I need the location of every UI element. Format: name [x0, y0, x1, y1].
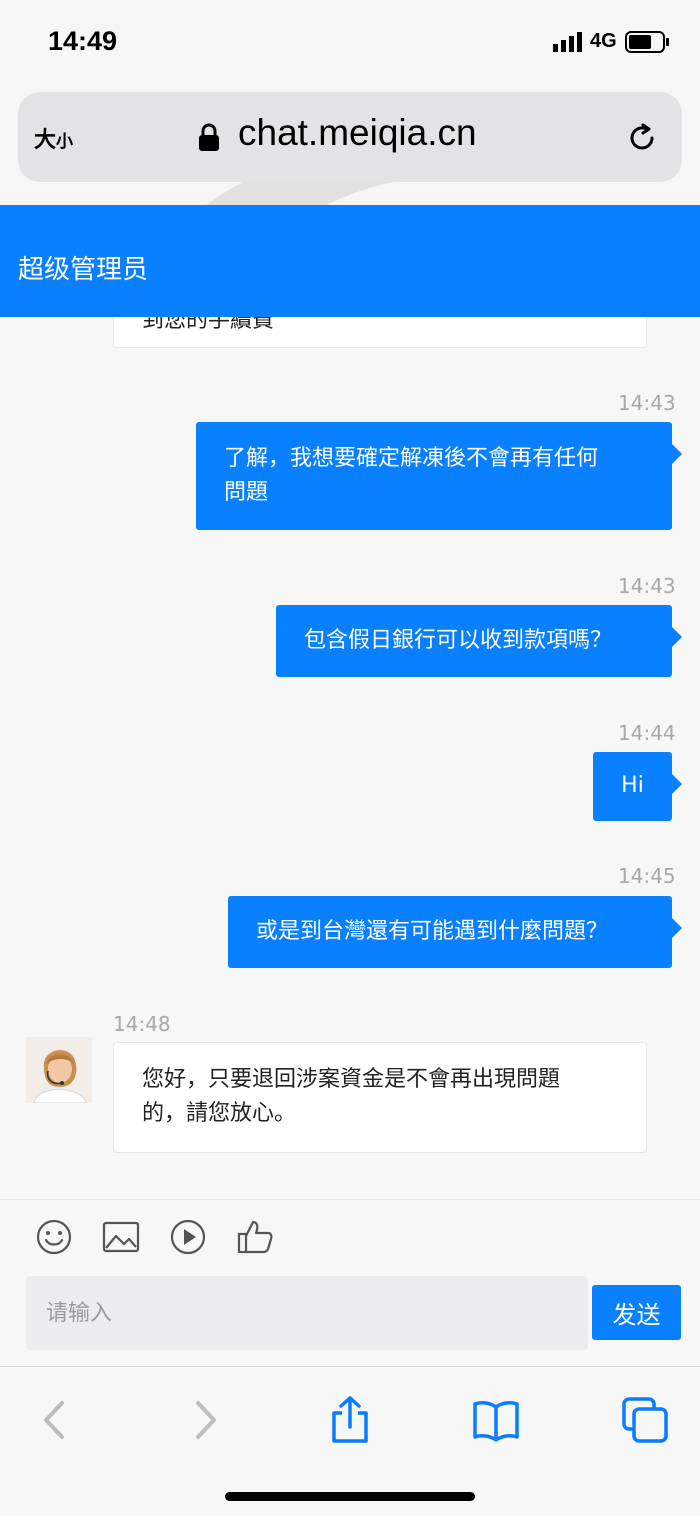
browser-bottom-bar — [0, 1366, 700, 1516]
message-text-line: Hi — [621, 773, 644, 798]
message-timestamp: 14:48 — [113, 1012, 171, 1036]
status-bar: 14:49 4G — [0, 0, 700, 84]
agent-avatar — [26, 1037, 92, 1103]
message-bubble-outgoing: Hi — [593, 752, 682, 821]
battery-icon — [625, 31, 669, 53]
chat-title: 超级管理员 — [18, 255, 149, 285]
message-input[interactable] — [26, 1276, 588, 1350]
message-text-line: 或是到台灣還有可能遇到什麼問題？ — [256, 919, 609, 944]
message-text-line: 的，請您放心。 — [142, 1101, 297, 1126]
message-bubble-outgoing: 包含假日銀行可以收到款項嗎？ — [276, 605, 682, 677]
message-timestamp: 14:45 — [618, 864, 676, 888]
tabs-icon[interactable] — [620, 1395, 670, 1445]
address-bar[interactable]: 大小 chat.meiqia.cn — [18, 92, 682, 182]
chat-header: 超级管理员 — [0, 205, 700, 317]
home-indicator — [225, 1492, 475, 1501]
url-text[interactable]: chat.meiqia.cn — [238, 112, 477, 154]
message-bubble-outgoing: 或是到台灣還有可能遇到什麼問題？ — [228, 896, 682, 968]
composer-toolbar: 发送 — [0, 1199, 700, 1366]
network-type: 4G — [590, 30, 617, 52]
text-size-large-label: 大 — [34, 128, 57, 153]
message-text-line: 包含假日銀行可以收到款項嗎？ — [304, 628, 613, 653]
signal-icon — [553, 32, 582, 52]
message-text-line: 問題 — [224, 480, 269, 505]
emoji-icon[interactable] — [35, 1218, 73, 1256]
message-text: 您好，只要退回涉案資金是不會再出現問題 的，請您放心。 — [142, 1063, 622, 1131]
message-bubble-outgoing: 了解，我想要確定解凍後不會再有任何 問題 — [196, 422, 682, 530]
back-icon[interactable] — [30, 1395, 80, 1445]
message-timestamp: 14:43 — [618, 391, 676, 415]
thumbs-up-icon[interactable] — [236, 1218, 274, 1256]
share-icon[interactable] — [325, 1395, 375, 1445]
message-text: 到您的手續費 — [142, 317, 275, 333]
message-text-line: 了解，我想要確定解凍後不會再有任何 — [224, 446, 599, 471]
message-bubble-incoming: 您好，只要退回涉案資金是不會再出現問題 的，請您放心。 — [113, 1042, 647, 1153]
message-timestamp: 14:43 — [618, 574, 676, 598]
video-icon[interactable] — [169, 1218, 207, 1256]
bookmarks-icon[interactable] — [471, 1395, 521, 1445]
message-text-line: 您好，只要退回涉案資金是不會再出現問題 — [142, 1067, 561, 1092]
forward-icon[interactable] — [180, 1395, 230, 1445]
image-icon[interactable] — [102, 1218, 140, 1256]
message-timestamp: 14:44 — [618, 721, 676, 745]
text-size-small-label: 小 — [56, 132, 74, 152]
send-button[interactable]: 发送 — [592, 1285, 681, 1340]
reload-icon[interactable] — [626, 122, 658, 154]
status-time: 14:49 — [48, 26, 118, 56]
message-bubble-incoming: 到您的手續費 — [113, 317, 647, 348]
text-size-button[interactable]: 大小 — [34, 122, 73, 154]
chat-message-list[interactable]: 到您的手續費 14:43 了解，我想要確定解凍後不會再有任何 問題 14:43 … — [0, 317, 700, 1199]
lock-icon — [199, 123, 219, 151]
